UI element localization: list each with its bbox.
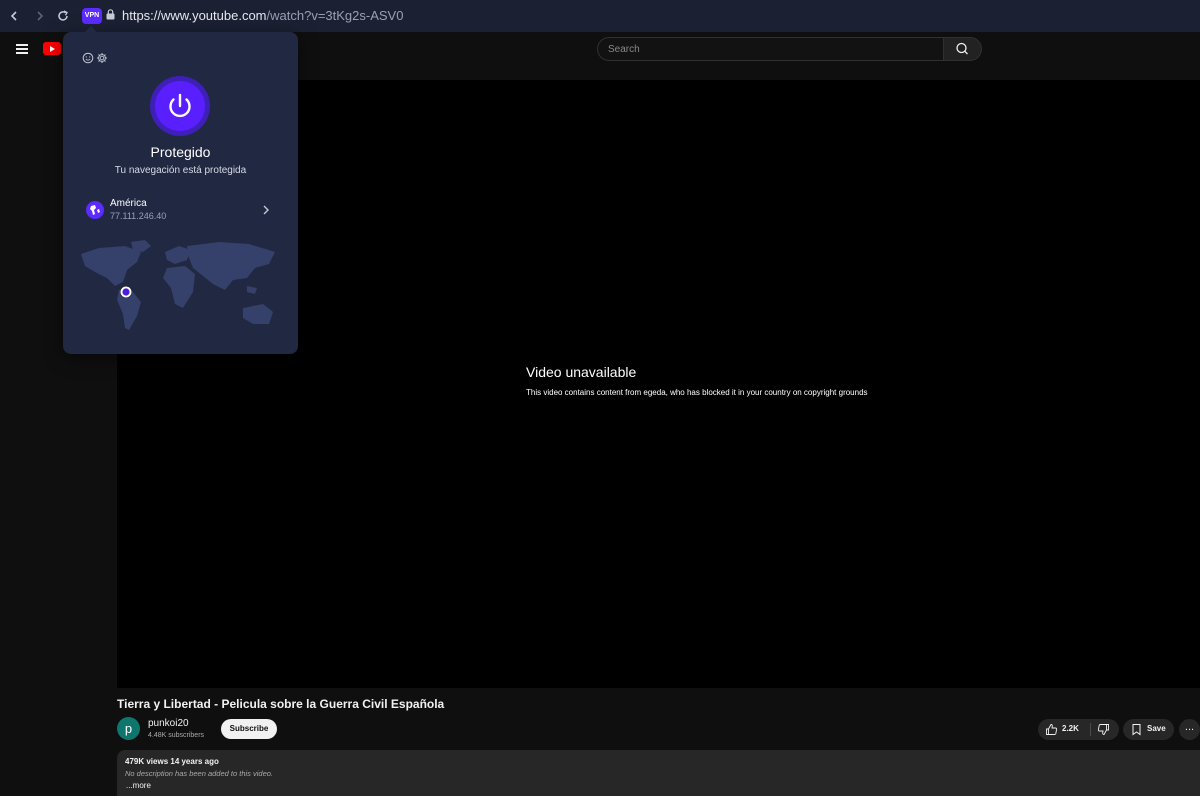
search-input[interactable] [598, 38, 938, 60]
subscribe-button[interactable]: Subscribe [221, 719, 277, 739]
lock-icon [106, 9, 115, 20]
popup-arrow [85, 26, 97, 32]
thumbs-up-icon [1046, 724, 1058, 735]
show-more-link[interactable]: ...more [126, 781, 151, 790]
bookmark-icon [1132, 724, 1141, 736]
power-icon [169, 93, 191, 118]
url-path: /watch?v=3tKg2s-ASV0 [266, 8, 404, 23]
video-title: Tierra y Libertad - Pelicula sobre la Gu… [117, 697, 445, 711]
save-label: Save [1147, 724, 1166, 733]
world-map [81, 240, 275, 330]
chevron-right-icon [263, 205, 269, 215]
globe-icon [86, 201, 104, 219]
address-bar[interactable]: https://www.youtube.com/watch?v=3tKg2s-A… [122, 8, 403, 23]
location-selector[interactable]: América 77.111.246.40 [79, 194, 282, 226]
description-box[interactable]: 479K views 14 years ago No description h… [117, 750, 1200, 796]
vpn-status-title: Protegido [150, 144, 211, 160]
subscriber-count: 4.48K subscribers [148, 732, 205, 739]
channel-name[interactable]: punkoi20 [148, 718, 189, 729]
youtube-logo[interactable] [43, 42, 61, 55]
vpn-badge-button[interactable]: VPN [82, 8, 102, 24]
video-stats: 479K views 14 years ago [125, 757, 219, 766]
vpn-status-subtitle: Tu navegación está protegida [114, 165, 247, 176]
channel-avatar[interactable]: p [117, 717, 140, 740]
like-dislike-group: 2.2K [1038, 719, 1119, 740]
save-button[interactable]: Save [1123, 719, 1174, 740]
search-icon [956, 42, 968, 55]
description-text: No description has been added to this vi… [125, 769, 274, 778]
like-button[interactable]: 2.2K [1038, 719, 1090, 740]
gear-icon[interactable] [96, 52, 108, 64]
more-actions-button[interactable]: ... [1179, 719, 1200, 740]
unavailable-message: This video contains content from egeda, … [526, 388, 868, 397]
forward-icon[interactable] [30, 6, 50, 26]
vpn-popup: Protegido Tu navegación está protegida A… [63, 26, 298, 354]
location-ip: 77.111.246.40 [110, 211, 167, 221]
smiley-icon[interactable] [82, 52, 94, 64]
unavailable-title: Video unavailable [526, 364, 637, 380]
url-domain: https://www.youtube.com [122, 8, 267, 23]
power-button[interactable] [150, 76, 210, 136]
reload-icon[interactable] [53, 6, 73, 26]
menu-icon[interactable] [16, 44, 28, 54]
location-name: América [110, 198, 147, 209]
thumbs-down-icon [1097, 724, 1109, 735]
browser-toolbar: VPN https://www.youtube.com/watch?v=3tKg… [0, 0, 1200, 33]
like-count: 2.2K [1062, 724, 1079, 733]
search-button[interactable] [943, 37, 982, 61]
dislike-button[interactable] [1091, 719, 1119, 740]
back-icon[interactable] [4, 6, 24, 26]
search-box [597, 37, 945, 61]
